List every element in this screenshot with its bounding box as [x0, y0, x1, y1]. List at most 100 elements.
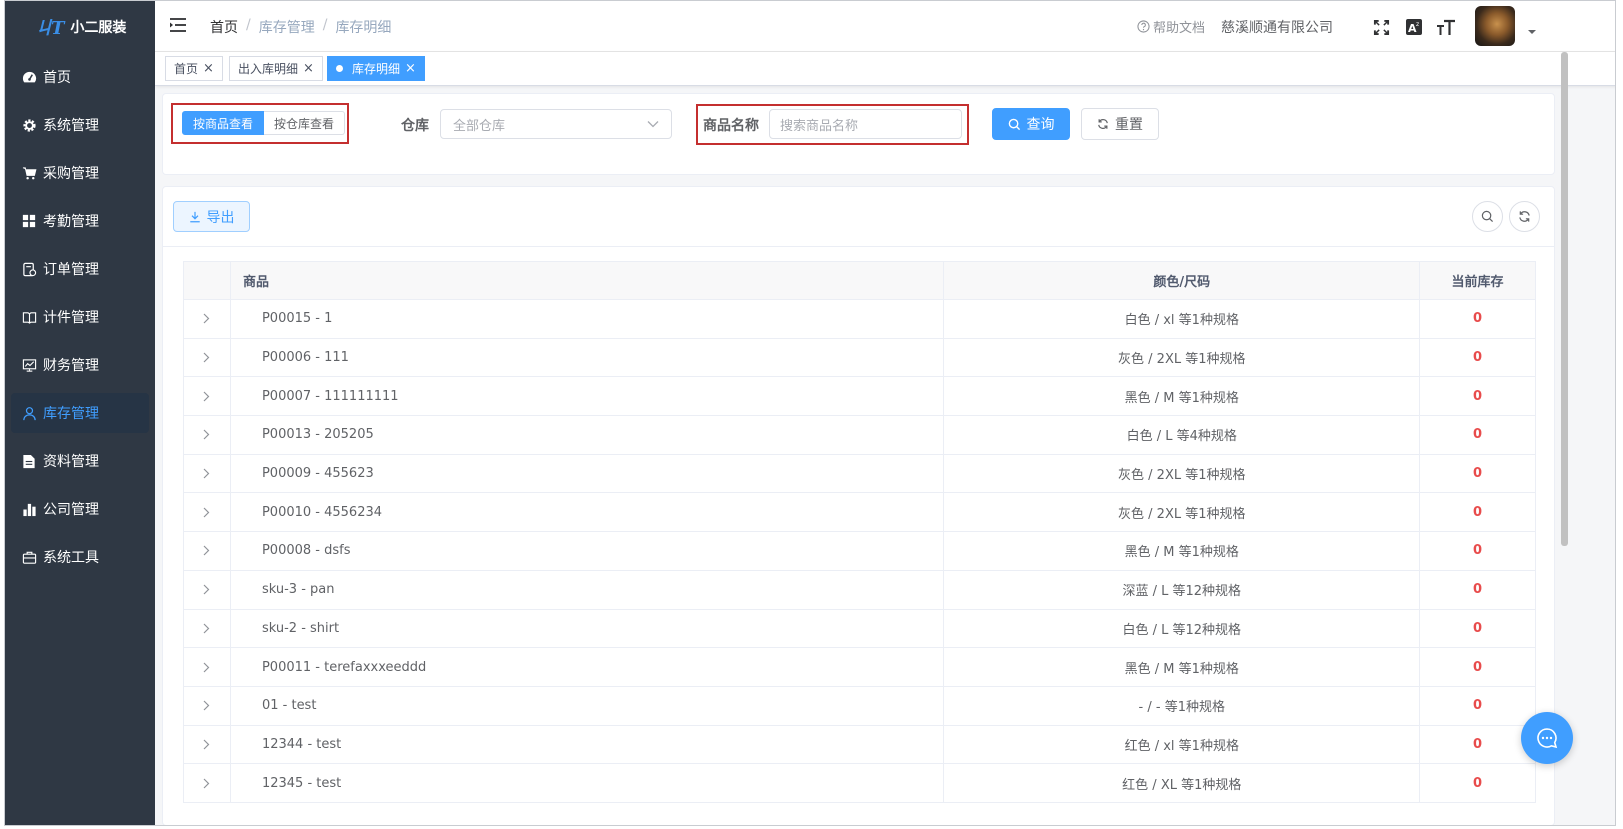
sidebar-item-materials[interactable]: 资料管理 [11, 441, 149, 481]
toggle-search-button[interactable] [1472, 201, 1503, 232]
tab-inout-detail[interactable]: 出入库明细 × [229, 56, 323, 81]
export-button[interactable]: 导出 [173, 201, 250, 232]
table-row[interactable]: 12345 - test 红色 / XL 等1种规格 0 [184, 764, 1535, 803]
view-by-product-button[interactable]: 按商品查看 [182, 111, 265, 135]
reset-button[interactable]: 重置 [1081, 108, 1159, 140]
font-size-icon[interactable] [1435, 16, 1457, 38]
table-row[interactable]: P00008 - dsfs 黑色 / M 等1种规格 0 [184, 532, 1535, 571]
table-row[interactable]: 12344 - test 红色 / xl 等1种规格 0 [184, 725, 1535, 765]
cell-product: P00013 - 205205 [231, 416, 945, 454]
page-scrollbar[interactable] [1561, 52, 1568, 546]
sidebar-item-finance[interactable]: 财务管理 [11, 345, 149, 385]
table-row[interactable]: P00006 - 111 灰色 / 2XL 等1种规格 0 [184, 338, 1535, 378]
table-row[interactable]: sku-3 - pan 深蓝 / L 等12种规格 0 [184, 570, 1535, 610]
expand-row-icon[interactable] [184, 416, 231, 454]
sidebar: ㄐT 小二服装 首页 系统管理 采购管理 考勤管理 订单管理 计件管理 财务管理… [5, 1, 155, 825]
expand-row-icon[interactable] [184, 686, 231, 725]
translate-icon[interactable]: Az [1403, 16, 1425, 38]
table-header: 商品 颜色/尺码 当前库存 [184, 262, 1535, 300]
column-header-spec: 颜色/尺码 [944, 262, 1421, 299]
table-row[interactable]: P00009 - 455623 灰色 / 2XL 等1种规格 0 [184, 454, 1535, 494]
query-button-label: 查询 [1026, 117, 1055, 133]
expand-row-icon[interactable] [184, 532, 231, 570]
expand-row-icon[interactable] [184, 570, 231, 609]
table-row[interactable]: P00011 - terefaxxxeeddd 黑色 / M 等1种规格 0 [184, 648, 1535, 687]
table-row[interactable]: P00013 - 205205 白色 / L 等4种规格 0 [184, 416, 1535, 455]
cell-spec: - / - 等1种规格 [944, 686, 1421, 725]
view-by-warehouse-button[interactable]: 按仓库查看 [264, 111, 346, 135]
sidebar-item-purchase[interactable]: 采购管理 [11, 153, 149, 193]
warehouse-select-placeholder: 全部仓库 [453, 118, 506, 134]
close-icon[interactable]: × [303, 62, 314, 75]
query-button[interactable]: 查询 [992, 108, 1070, 140]
cell-product: P00011 - terefaxxxeeddd [231, 648, 945, 686]
expand-row-icon[interactable] [184, 725, 231, 764]
search-input-placeholder: 搜索商品名称 [780, 118, 859, 134]
cell-stock: 0 [1473, 698, 1483, 714]
chat-button[interactable] [1521, 712, 1573, 764]
refresh-table-button[interactable] [1509, 201, 1540, 232]
chevron-down-icon[interactable] [1527, 23, 1537, 39]
sidebar-item-orders[interactable]: 订单管理 [11, 249, 149, 289]
sidebar-item-home[interactable]: 首页 [11, 57, 149, 97]
sidebar-item-label: 公司管理 [43, 502, 99, 518]
top-navbar: 首页 / 库存管理 / 库存明细 帮助文档 慈溪顺通有限公司 Az [155, 1, 1615, 52]
expand-row-icon[interactable] [184, 648, 231, 686]
product-name-search-input[interactable]: 搜索商品名称 [769, 109, 962, 139]
tab-home[interactable]: 首页 × [165, 56, 223, 81]
warehouse-label: 仓库 [401, 118, 429, 134]
tags-view: 首页 × 出入库明细 × 库存明细 × [155, 52, 1615, 86]
table-row[interactable]: P00007 - 111111111 黑色 / M 等1种规格 0 [184, 377, 1535, 417]
tab-inventory-detail[interactable]: 库存明细 × [327, 56, 425, 81]
sidebar-item-tools[interactable]: 系统工具 [11, 537, 149, 577]
svg-text:z: z [1416, 21, 1419, 28]
sidebar-item-label: 考勤管理 [43, 214, 99, 230]
expand-row-icon[interactable] [184, 609, 231, 648]
table-row[interactable]: sku-2 - shirt 白色 / L 等12种规格 0 [184, 609, 1535, 649]
close-icon[interactable]: × [203, 62, 214, 75]
bar-chart-icon [21, 501, 37, 517]
sidebar-item-inventory[interactable]: 库存管理 [11, 393, 149, 433]
breadcrumb-separator: / [322, 17, 328, 33]
warehouse-select[interactable]: 全部仓库 [440, 109, 672, 139]
breadcrumb-home[interactable]: 首页 [210, 17, 238, 37]
expand-row-icon[interactable] [184, 454, 231, 493]
sidebar-item-company[interactable]: 公司管理 [11, 489, 149, 529]
table-row[interactable]: P00015 - 1 白色 / xl 等1种规格 0 [184, 300, 1535, 339]
order-icon [21, 261, 37, 277]
fullscreen-icon[interactable] [1370, 16, 1392, 38]
expand-row-icon[interactable] [184, 764, 231, 802]
app-window: ㄐT 小二服装 首页 系统管理 采购管理 考勤管理 订单管理 计件管理 财务管理… [4, 0, 1616, 826]
expand-row-icon[interactable] [184, 377, 231, 416]
app-title: 小二服装 [70, 20, 127, 36]
cell-stock: 0 [1473, 659, 1483, 675]
company-name[interactable]: 慈溪顺通有限公司 [1221, 17, 1333, 37]
column-header-product: 商品 [231, 262, 945, 299]
logo[interactable]: ㄐT 小二服装 [5, 1, 155, 53]
cell-product: P00006 - 111 [231, 338, 945, 377]
export-button-label: 导出 [206, 209, 235, 226]
tab-label: 出入库明细 [238, 62, 299, 76]
table-row[interactable]: P00010 - 4556234 灰色 / 2XL 等1种规格 0 [184, 493, 1535, 533]
sidebar-item-system[interactable]: 系统管理 [11, 105, 149, 145]
avatar[interactable] [1475, 6, 1515, 46]
cell-product: P00009 - 455623 [231, 454, 945, 493]
sidebar-item-piecework[interactable]: 计件管理 [11, 297, 149, 337]
sidebar-item-attendance[interactable]: 考勤管理 [11, 201, 149, 241]
download-icon [189, 211, 200, 222]
close-icon[interactable]: × [405, 62, 416, 75]
table-row[interactable]: 01 - test - / - 等1种规格 0 [184, 686, 1535, 726]
chevron-down-icon [647, 121, 659, 128]
dashboard-icon [21, 69, 37, 85]
sidebar-item-label: 库存管理 [43, 406, 99, 422]
sidebar-toggle-icon[interactable] [169, 17, 189, 35]
active-dot-icon [336, 65, 343, 72]
cell-product: 01 - test [231, 686, 945, 725]
expand-row-icon[interactable] [184, 338, 231, 377]
breadcrumb-current: 库存明细 [335, 20, 392, 36]
expand-row-icon[interactable] [184, 493, 231, 532]
cell-spec: 深蓝 / L 等12种规格 [944, 570, 1421, 609]
help-docs-link[interactable]: 帮助文档 [1137, 17, 1205, 36]
refresh-icon [1098, 119, 1108, 129]
expand-row-icon[interactable] [184, 300, 231, 338]
